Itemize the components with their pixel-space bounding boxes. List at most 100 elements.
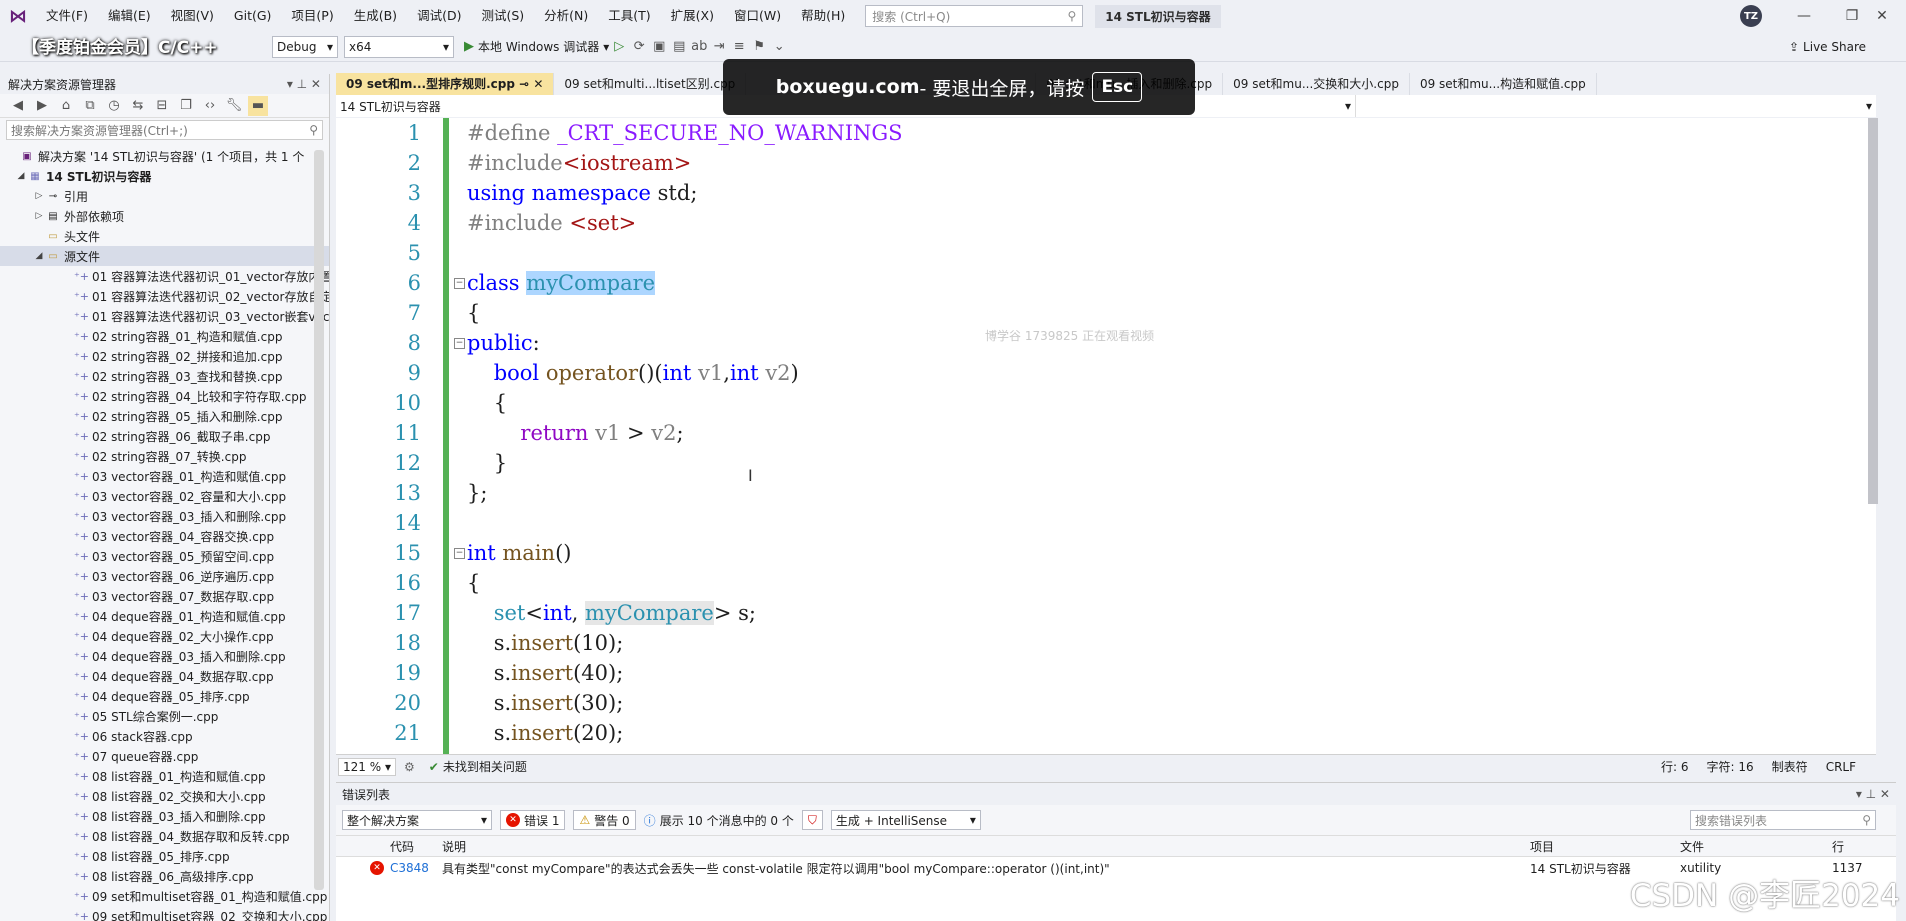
layout-icon[interactable]: ▤ (669, 37, 689, 57)
source-file-item[interactable]: ⁺+ 08 list容器_05_排序.cpp (0, 846, 329, 866)
source-file-item[interactable]: ⁺+ 02 string容器_02_拼接和追加.cpp (0, 346, 329, 366)
source-file-item[interactable]: ⁺+ 02 string容器_01_构造和赋值.cpp (0, 326, 329, 346)
menu-item[interactable]: 项目(P) (281, 0, 343, 32)
source-file-item[interactable]: ⁺+ 03 vector容器_03_插入和删除.cpp (0, 506, 329, 526)
errors-filter-button[interactable]: ✕ 错误 1 (500, 810, 566, 830)
live-share-button[interactable]: ⇪ Live Share (1789, 40, 1866, 54)
source-file-item[interactable]: ⁺+ 09 set和multiset容器_02_交换和大小.cpp (0, 906, 329, 921)
source-file-item[interactable]: ⁺+01 容器算法迭代器初识_01_vector存放内置数据类型.cpp (0, 266, 329, 286)
source-file-item[interactable]: ⁺+ 07 queue容器.cpp (0, 746, 329, 766)
tab[interactable]: 09 set和mu...交换和大小.cpp (1223, 73, 1410, 95)
column-description[interactable]: 说明 (442, 838, 1530, 855)
column-file[interactable]: 文件 (1680, 838, 1832, 855)
account-avatar[interactable]: TZ (1740, 5, 1762, 27)
menu-item[interactable]: 调试(D) (407, 0, 471, 32)
start-debug-button[interactable]: ▶ 本地 Windows 调试器 ▾ (464, 38, 609, 55)
show-all-files-icon[interactable]: ❐ (176, 96, 196, 116)
menu-item[interactable]: 生成(B) (344, 0, 407, 32)
hot-reload-icon[interactable]: ⟳ (629, 37, 649, 57)
collapse-all-icon[interactable]: ⊟ (152, 96, 172, 116)
source-file-item[interactable]: ⁺+01 容器算法迭代器初识_03_vector嵌套vector.cpp (0, 306, 329, 326)
source-file-item[interactable]: ⁺+ 02 string容器_06_截取子串.cpp (0, 426, 329, 446)
external-deps-node[interactable]: ▷ ▤ 外部依赖项 (0, 206, 329, 226)
menu-item[interactable]: Git(G) (224, 0, 282, 32)
messages-filter-button[interactable]: ⓘ 展示 10 个消息中的 0 个 (644, 812, 794, 829)
source-file-item[interactable]: ⁺+ 03 vector容器_02_容量和大小.cpp (0, 486, 329, 506)
warnings-filter-button[interactable]: ⚠ 警告 0 (573, 810, 636, 830)
source-file-item[interactable]: ⁺+01 容器算法迭代器初识_02_vector存放自定义数据类型.cpp (0, 286, 329, 306)
error-code[interactable]: C3848 (390, 861, 442, 875)
fold-toggle-icon[interactable]: − (454, 338, 465, 349)
source-file-item[interactable]: ⁺+ 02 string容器_05_插入和删除.cpp (0, 406, 329, 426)
project-node[interactable]: ◢ ▦ 14 STL初识与容器 (0, 166, 329, 186)
solution-node[interactable]: ▣ 解决方案 '14 STL初识与容器' (1 个项目，共 1 个 (0, 146, 329, 166)
indent-icon[interactable]: ≡ (729, 37, 749, 57)
column-line[interactable]: 行 (1832, 838, 1872, 855)
folder-icon[interactable]: ▣ (649, 37, 669, 57)
source-file-item[interactable]: ⁺+ 03 vector容器_06_逆序遍历.cpp (0, 566, 329, 586)
more-icon[interactable]: ⌄ (769, 37, 789, 57)
properties-icon[interactable]: 🔧︎ (224, 96, 244, 116)
source-file-item[interactable]: ⁺+ 04 deque容器_03_插入和删除.cpp (0, 646, 329, 666)
header-files-node[interactable]: ▭ 头文件 (0, 226, 329, 246)
source-file-item[interactable]: ⁺+ 04 deque容器_01_构造和赋值.cpp (0, 606, 329, 626)
line-indicator[interactable]: 行: 6 (1661, 758, 1689, 775)
source-file-item[interactable]: ⁺+ 02 string容器_04_比较和字符存取.cpp (0, 386, 329, 406)
menu-item[interactable]: 分析(N) (534, 0, 598, 32)
menu-item[interactable]: 窗口(W) (724, 0, 791, 32)
code-editor[interactable]: 1 2 3 4 5 6 7 8 9 10 11 12 13 14 15 16 17 18 19 20 21 #defin… (336, 118, 1876, 754)
issues-status[interactable]: 未找到相关问题 (443, 758, 527, 775)
filter-icon[interactable]: ⛉ (801, 810, 823, 830)
switch-view-icon[interactable]: ⧉ (80, 96, 100, 116)
preview-icon[interactable]: ▬ (248, 95, 268, 116)
eol-indicator[interactable]: CRLF (1826, 760, 1856, 774)
source-file-item[interactable]: ⁺+ 03 vector容器_05_预留空间.cpp (0, 546, 329, 566)
source-file-item[interactable]: ⁺+ 06 stack容器.cpp (0, 726, 329, 746)
menu-item[interactable]: 编辑(E) (98, 0, 161, 32)
indent-indicator[interactable]: 制表符 (1772, 758, 1808, 775)
fold-toggle-icon[interactable]: − (454, 548, 465, 559)
char-indicator[interactable]: 字符: 16 (1707, 758, 1754, 775)
source-file-item[interactable]: ⁺+ 08 list容器_06_高级排序.cpp (0, 866, 329, 886)
platform-dropdown[interactable]: x64 ▾ (344, 35, 454, 58)
references-node[interactable]: ▷ ⊸ 引用 (0, 186, 329, 206)
editor-scrollbar[interactable] (1868, 118, 1878, 504)
error-search-input[interactable]: 搜索错误列表 ⚲ (1690, 810, 1876, 830)
step-icon[interactable]: ⇥ (709, 37, 729, 57)
member-dropdown[interactable]: ▾ (1356, 95, 1876, 117)
source-file-item[interactable]: ⁺+ 04 deque容器_05_排序.cpp (0, 686, 329, 706)
source-file-item[interactable]: ⁺+ 08 list容器_04_数据存取和反转.cpp (0, 826, 329, 846)
spell-icon[interactable]: ab (689, 37, 709, 57)
menu-item[interactable]: 工具(T) (598, 0, 660, 32)
back-icon[interactable]: ◀ (8, 96, 28, 116)
source-file-item[interactable]: ⁺+ 08 list容器_02_交换和大小.cpp (0, 786, 329, 806)
zoom-dropdown[interactable]: 121 % ▾ (338, 757, 396, 776)
menu-item[interactable]: 扩展(X) (661, 0, 724, 32)
start-without-debug-icon[interactable]: ▷ (609, 37, 629, 57)
bookmark-icon[interactable]: ⚑ (749, 37, 769, 57)
code-view-icon[interactable]: ‹› (200, 96, 220, 116)
source-file-item[interactable]: ⁺+ 02 string容器_03_查找和替换.cpp (0, 366, 329, 386)
source-file-item[interactable]: ⁺+ 08 list容器_03_插入和删除.cpp (0, 806, 329, 826)
tab[interactable]: 09 set和multi...ltiset区别.cpp (554, 73, 747, 95)
menu-item[interactable]: 文件(F) (36, 0, 98, 32)
forward-icon[interactable]: ▶ (32, 96, 52, 116)
source-file-item[interactable]: ⁺+ 03 vector容器_01_构造和赋值.cpp (0, 466, 329, 486)
build-filter-dropdown[interactable]: 生成 + IntelliSense ▾ (830, 810, 981, 830)
fold-toggle-icon[interactable]: − (454, 278, 465, 289)
menu-item[interactable]: 测试(S) (471, 0, 534, 32)
source-file-item[interactable]: ⁺+ 03 vector容器_04_容器交换.cpp (0, 526, 329, 546)
source-files-node[interactable]: ◢ ▭ 源文件 (0, 246, 329, 266)
configuration-dropdown[interactable]: Debug ▾ (272, 35, 338, 58)
home-icon[interactable]: ⌂ (56, 96, 76, 116)
minimize-icon[interactable]: — (1780, 0, 1828, 32)
source-file-item[interactable]: ⁺+ 05 STL综合案例一.cpp (0, 706, 329, 726)
solution-scrollbar[interactable] (314, 150, 324, 890)
column-project[interactable]: 项目 (1530, 838, 1680, 855)
tab-close-icon[interactable]: ⊸ ✕ (515, 77, 543, 91)
source-file-item[interactable]: ⁺+ 02 string容器_07_转换.cpp (0, 446, 329, 466)
solution-search-input[interactable]: 搜索解决方案资源管理器(Ctrl+;) ⚲ (6, 120, 323, 140)
scope-filter-dropdown[interactable]: 整个解决方案 ▾ (342, 810, 492, 830)
history-icon[interactable]: ◷ (104, 96, 124, 116)
column-code[interactable]: 代码 (390, 838, 442, 855)
